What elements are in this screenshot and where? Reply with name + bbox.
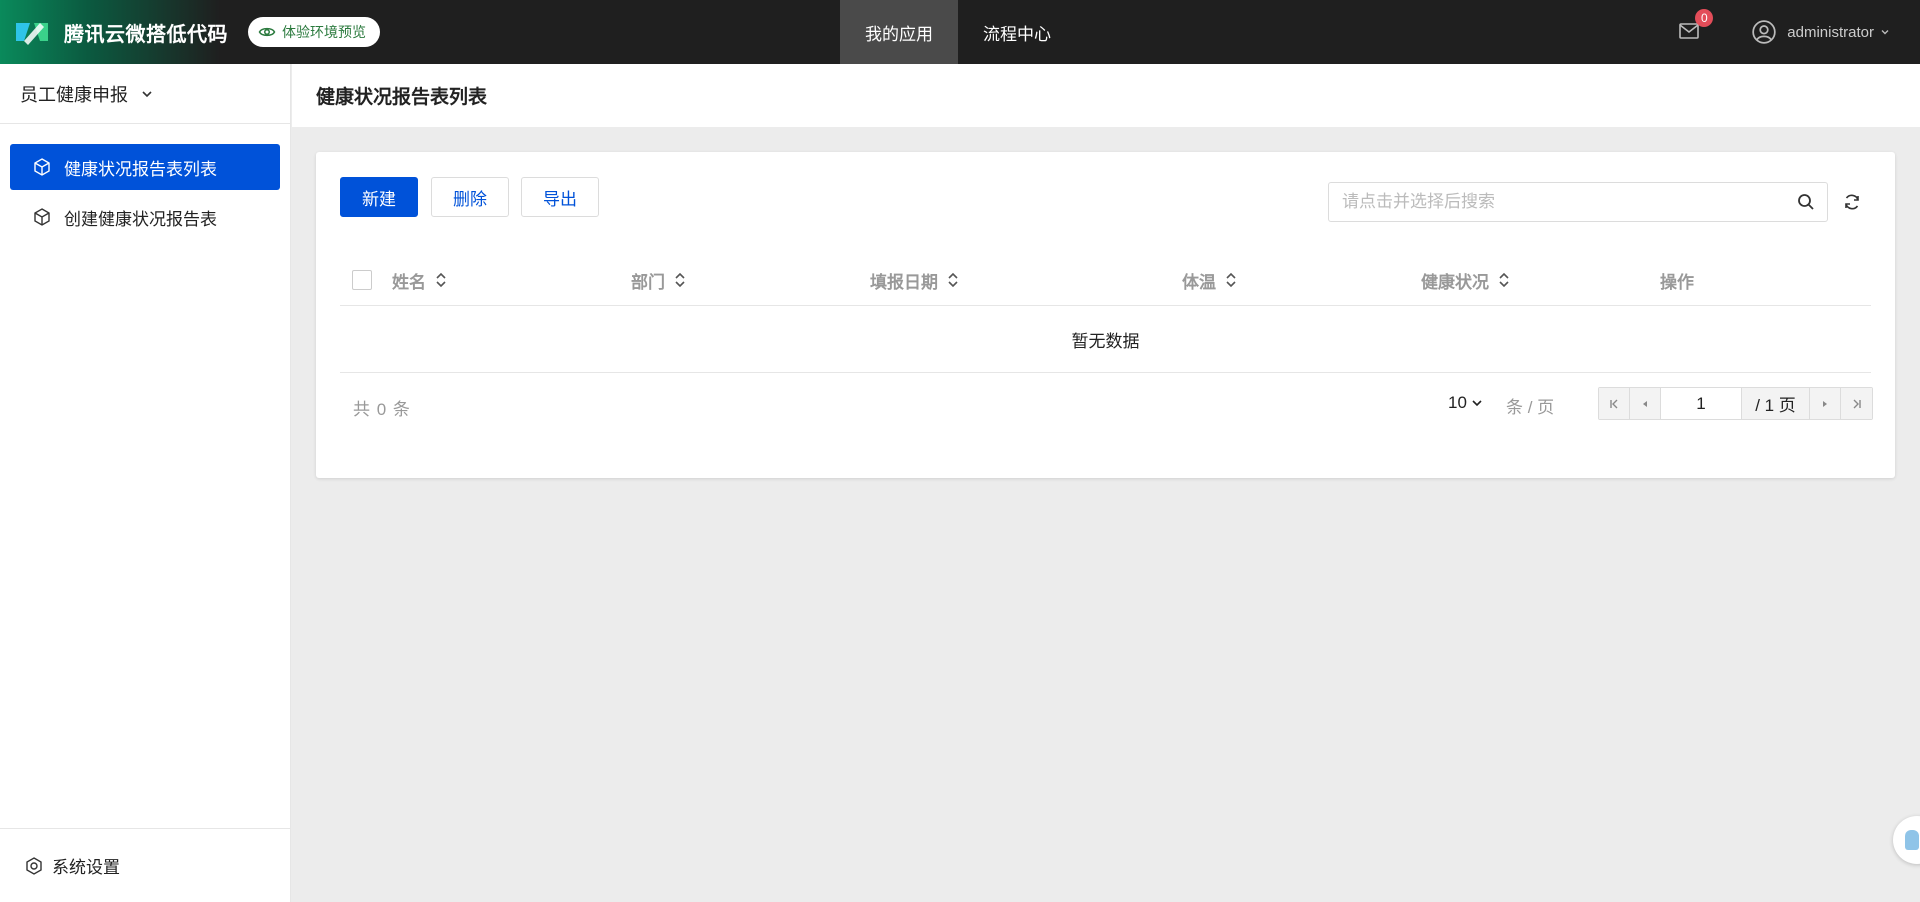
- sort-icon: [948, 272, 958, 288]
- first-page-button[interactable]: [1599, 388, 1630, 419]
- brand: 腾讯云微搭低代码 体验环境预览: [0, 0, 400, 64]
- app-name: 员工健康申报: [20, 84, 128, 105]
- select-all-checkbox[interactable]: [352, 270, 372, 290]
- pagination: 共 0 条 10 条 / 页 / 1 页: [340, 373, 1873, 439]
- column-label: 填报日期: [870, 272, 938, 292]
- app-switcher[interactable]: 员工健康申报: [0, 64, 290, 124]
- nav-my-apps[interactable]: 我的应用: [840, 0, 958, 64]
- message-count-badge: 0: [1695, 9, 1714, 27]
- sidebar-item-label: 创建健康状况报告表: [64, 209, 217, 229]
- messages-button[interactable]: 0: [1677, 9, 1714, 45]
- empty-state: 暂无数据: [340, 306, 1871, 373]
- new-button[interactable]: 新建: [340, 177, 418, 217]
- settings-icon: [26, 856, 42, 875]
- prev-page-button[interactable]: [1630, 388, 1661, 419]
- search-icon[interactable]: [1797, 193, 1815, 211]
- search-box: [1328, 182, 1828, 222]
- logo-icon: [16, 23, 48, 45]
- sidebar-menu: 健康状况报告表列表 创建健康状况报告表: [0, 124, 290, 240]
- env-preview-badge[interactable]: 体验环境预览: [248, 17, 380, 47]
- sidebar: 员工健康申报 健康状况报告表列表 创建健康状况报告表 系统设置: [0, 64, 291, 902]
- floating-help-button[interactable]: [1893, 816, 1920, 864]
- user-name: administrator: [1787, 23, 1874, 41]
- nav-process-center[interactable]: 流程中心: [958, 0, 1076, 64]
- sort-icon: [1226, 272, 1236, 288]
- prev-page-icon: [1643, 400, 1647, 407]
- eye-icon: [258, 27, 276, 37]
- next-page-icon: [1823, 400, 1827, 407]
- page-total: / 1 页: [1742, 388, 1810, 419]
- table-header: 姓名 部门 填报日期 体温 健康状况 操作: [340, 254, 1871, 306]
- column-label: 体温: [1182, 272, 1216, 292]
- column-header-name[interactable]: 姓名: [392, 254, 448, 306]
- cube-icon: [34, 208, 50, 226]
- sort-icon: [1499, 272, 1509, 288]
- brand-title: 腾讯云微搭低代码: [64, 23, 228, 46]
- system-settings-label: 系统设置: [52, 858, 120, 877]
- data-table: 姓名 部门 填报日期 体温 健康状况 操作 暂无数据 共 0 条 10 条 / …: [340, 254, 1873, 439]
- sort-icon: [675, 272, 685, 288]
- sort-icon: [436, 272, 446, 288]
- system-settings-button[interactable]: 系统设置: [0, 828, 291, 902]
- last-page-icon: [1853, 399, 1861, 408]
- per-page-label: 条 / 页: [1506, 398, 1555, 417]
- column-label: 健康状况: [1421, 272, 1489, 292]
- column-label: 操作: [1660, 272, 1694, 292]
- column-label: 部门: [631, 272, 665, 292]
- next-page-button[interactable]: [1810, 388, 1841, 419]
- page-size-value: 10: [1448, 393, 1467, 412]
- column-header-department[interactable]: 部门: [631, 254, 687, 306]
- sidebar-item-create-report[interactable]: 创建健康状况报告表: [10, 194, 280, 240]
- top-bar: 腾讯云微搭低代码 体验环境预览 我的应用 流程中心 0 administrato…: [0, 0, 1920, 64]
- page-title: 健康状况报告表列表: [316, 87, 488, 108]
- top-nav: 我的应用 流程中心: [840, 0, 1076, 64]
- export-button[interactable]: 导出: [521, 177, 599, 217]
- refresh-icon[interactable]: [1842, 192, 1862, 212]
- env-badge-label: 体验环境预览: [282, 24, 366, 40]
- user-avatar-icon: [1752, 20, 1776, 44]
- list-card: 新建 删除 导出 姓名 部门 填报日期 体温: [316, 152, 1895, 478]
- sidebar-item-report-list[interactable]: 健康状况报告表列表: [10, 144, 280, 190]
- total-count: 共 0 条: [353, 400, 411, 419]
- chevron-down-icon: [1472, 400, 1482, 407]
- cube-icon: [34, 158, 50, 176]
- page-jumper: / 1 页: [1598, 387, 1873, 420]
- first-page-icon: [1610, 399, 1618, 408]
- top-right-area: 0 administrator: [1677, 0, 1890, 64]
- page-size-select[interactable]: 10: [1448, 393, 1483, 413]
- user-menu[interactable]: administrator: [1751, 19, 1890, 45]
- page-header: 健康状况报告表列表: [292, 64, 1920, 127]
- search-input[interactable]: [1329, 183, 1797, 221]
- column-label: 姓名: [392, 272, 426, 292]
- page-number-input[interactable]: [1661, 388, 1742, 419]
- help-icon: [1905, 830, 1919, 850]
- sidebar-item-label: 健康状况报告表列表: [64, 159, 217, 179]
- column-header-temperature[interactable]: 体温: [1182, 254, 1238, 306]
- chevron-down-icon: [142, 90, 152, 97]
- column-header-report-date[interactable]: 填报日期: [870, 254, 960, 306]
- last-page-button[interactable]: [1841, 388, 1872, 419]
- delete-button[interactable]: 删除: [431, 177, 509, 217]
- chevron-down-icon: [1881, 30, 1889, 35]
- column-header-health-status[interactable]: 健康状况: [1421, 254, 1511, 306]
- column-header-actions: 操作: [1660, 254, 1694, 306]
